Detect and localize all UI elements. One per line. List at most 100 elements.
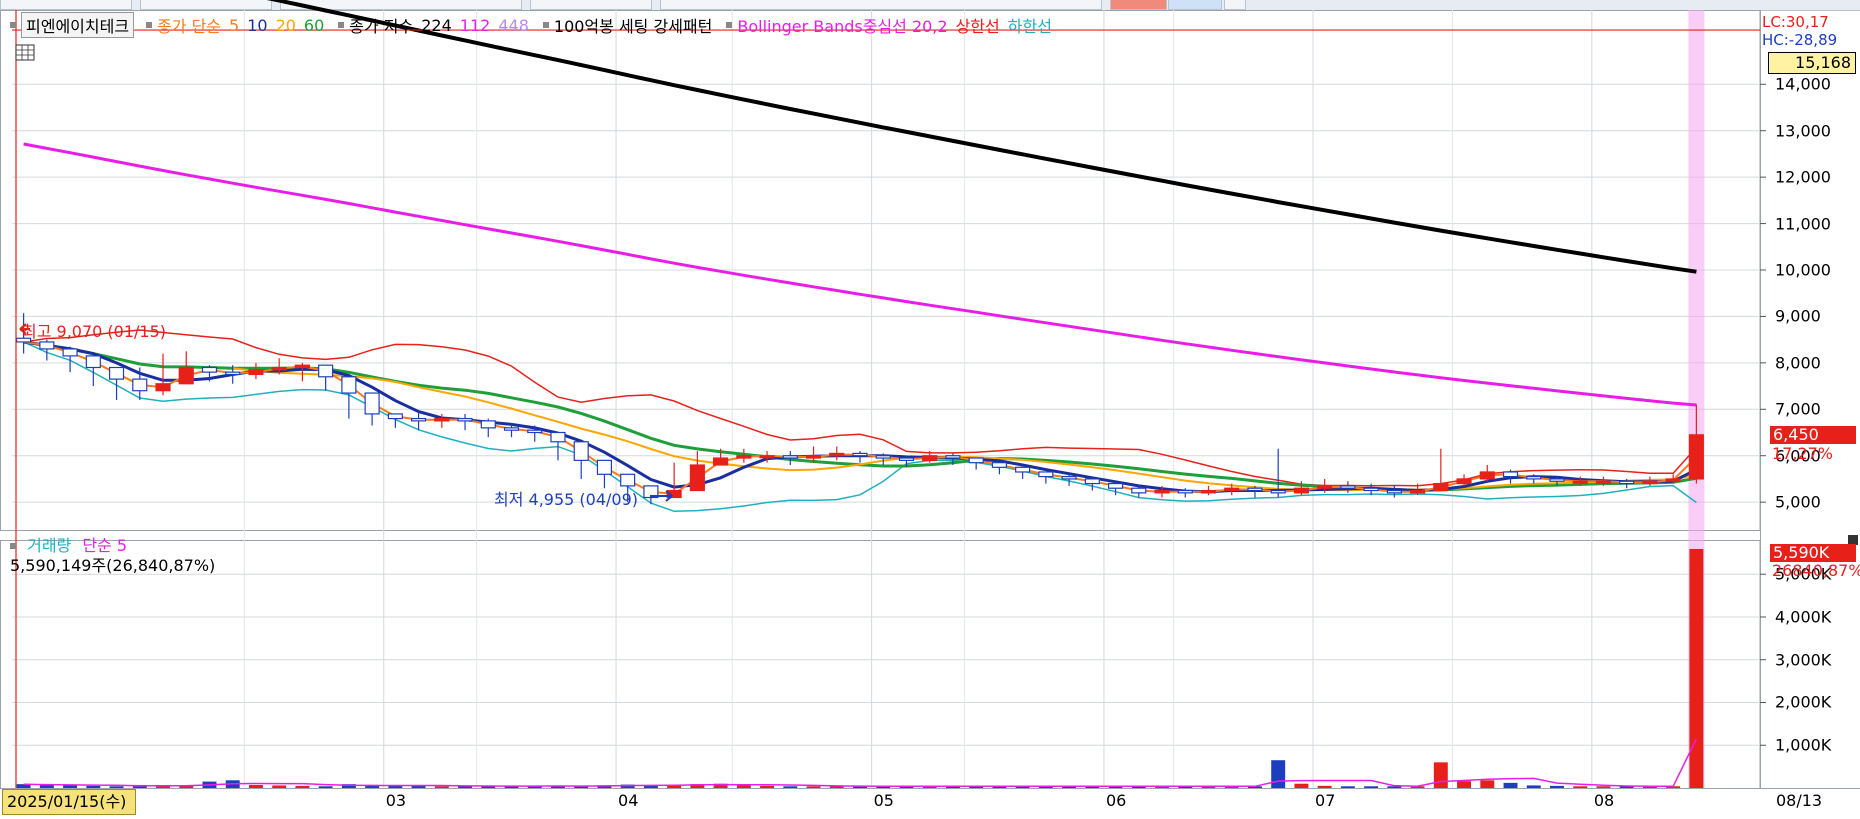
low-annotation: 최저 4,955 (04/09) bbox=[494, 490, 639, 509]
volume-bar bbox=[760, 785, 775, 788]
volume-series bbox=[16, 548, 1704, 788]
price-tick-label: 11,000 bbox=[1775, 214, 1831, 234]
candle-body bbox=[1386, 489, 1402, 494]
candle-body bbox=[457, 417, 473, 422]
candle-body bbox=[132, 378, 148, 392]
candle-body bbox=[1177, 489, 1193, 494]
volume-bar bbox=[1480, 780, 1495, 788]
candle-body bbox=[875, 455, 891, 459]
legend-ma448[interactable]: 448 bbox=[498, 16, 529, 35]
candle-body bbox=[968, 457, 984, 464]
candle-body bbox=[736, 455, 752, 459]
legend-lower-line[interactable]: 하한선 bbox=[1008, 13, 1052, 37]
legend-upper-line[interactable]: 상한선 bbox=[956, 13, 1000, 37]
candle-body bbox=[898, 457, 915, 461]
legend-close-index[interactable]: 종가 지수 bbox=[349, 13, 413, 37]
candle-body bbox=[341, 376, 357, 394]
legend-toggle-icon[interactable] bbox=[338, 22, 345, 28]
volume-bar bbox=[318, 786, 333, 788]
legend-ma112[interactable]: 112 bbox=[460, 16, 491, 35]
ma112-line bbox=[23, 142, 1697, 407]
legend-ma60[interactable]: 60 bbox=[304, 16, 324, 35]
candle-body bbox=[713, 457, 729, 466]
candle-body bbox=[155, 383, 171, 392]
volume-tick-label: 1,000K bbox=[1775, 735, 1832, 755]
candle-body bbox=[1502, 471, 1519, 478]
price-tick-label: 5,000 bbox=[1775, 492, 1821, 512]
x-tick-label: 04 bbox=[618, 791, 639, 810]
candle-body bbox=[596, 459, 613, 475]
last-price-change: 17,27% bbox=[1772, 444, 1834, 463]
candle-body bbox=[434, 417, 450, 422]
volume-bar bbox=[1433, 762, 1448, 788]
price-tick-label: 10,000 bbox=[1775, 260, 1831, 280]
candle-body bbox=[318, 364, 334, 378]
legend-toggle-icon[interactable] bbox=[542, 22, 549, 28]
candle-body bbox=[1247, 487, 1263, 492]
candle-body bbox=[1061, 476, 1077, 480]
volume-value: 5,590,149주(26,840,87%) bbox=[10, 556, 216, 575]
legend-ma224[interactable]: 224 bbox=[421, 16, 452, 35]
candle-body bbox=[39, 341, 55, 350]
candle-body bbox=[1015, 466, 1031, 473]
last-volume-change: 26840,87% bbox=[1772, 561, 1860, 580]
candle-body bbox=[1595, 480, 1612, 484]
legend-ma20[interactable]: 20 bbox=[276, 16, 296, 35]
candle-body bbox=[527, 429, 543, 434]
price-tick-label: 9,000 bbox=[1775, 306, 1821, 326]
volume-bar bbox=[1364, 786, 1379, 788]
ma60-line bbox=[23, 340, 1697, 492]
legend-toggle-icon[interactable] bbox=[726, 22, 733, 28]
candle-body bbox=[1433, 482, 1449, 492]
volume-bar bbox=[1340, 786, 1355, 788]
candle-body bbox=[1038, 471, 1054, 478]
lc-value: LC:30,17 bbox=[1762, 13, 1829, 31]
candle-body bbox=[829, 452, 845, 457]
legend-toggle-icon[interactable] bbox=[10, 22, 16, 28]
candle-body bbox=[1642, 480, 1658, 485]
volume-bar bbox=[1689, 548, 1704, 788]
candle-body bbox=[1549, 478, 1565, 482]
price-tick-label: 13,000 bbox=[1775, 121, 1831, 141]
legend-close-simple[interactable]: 종가 단순 bbox=[157, 13, 221, 37]
x-tick-label: 08 bbox=[1593, 791, 1615, 810]
legend-toggle-icon[interactable] bbox=[146, 22, 153, 28]
legend-ma10[interactable]: 10 bbox=[247, 16, 267, 35]
candle-body bbox=[480, 420, 496, 429]
candle-body bbox=[1479, 471, 1495, 480]
candle-body bbox=[782, 455, 798, 459]
candle-body bbox=[852, 452, 868, 457]
candle-body bbox=[1456, 478, 1472, 485]
legend-pattern[interactable]: 100억봉 세팅 강세패턴 bbox=[554, 13, 712, 37]
candle-body bbox=[1293, 487, 1309, 494]
legend-toggle-icon[interactable] bbox=[10, 543, 16, 549]
volume-bar bbox=[806, 786, 821, 788]
volume-bar bbox=[39, 785, 54, 788]
candle-body bbox=[1131, 487, 1147, 494]
stock-name[interactable]: 피엔에이치테크 bbox=[21, 12, 135, 38]
legend-ma5[interactable]: 5 bbox=[229, 16, 239, 35]
current-price-box: 15,168 bbox=[1768, 52, 1856, 74]
volume-bar bbox=[1457, 781, 1472, 788]
price-tick-label: 7,000 bbox=[1775, 399, 1821, 419]
chart-canvas[interactable] bbox=[0, 0, 1860, 819]
candle-body bbox=[225, 371, 241, 376]
candlestick-series bbox=[12, 10, 1858, 788]
volume-bar bbox=[63, 785, 78, 788]
volume-bar bbox=[295, 785, 310, 788]
candle-body bbox=[620, 473, 636, 487]
candle-body bbox=[248, 369, 264, 376]
candle-body bbox=[178, 366, 194, 385]
volume-tick-label: 3,000K bbox=[1775, 650, 1832, 670]
candle-body bbox=[108, 366, 125, 380]
volume-bar bbox=[434, 786, 449, 788]
candle-body bbox=[294, 364, 310, 369]
hc-value: HC:-28,89 bbox=[1762, 31, 1838, 49]
candle-body bbox=[364, 392, 380, 415]
candle-body bbox=[1665, 478, 1681, 482]
price-tick-label: 14,000 bbox=[1775, 74, 1831, 94]
candle-body bbox=[1154, 489, 1170, 494]
legend-bollinger[interactable]: Bollinger Bands중심선 20,2 bbox=[737, 13, 947, 37]
x-tick-label: 07 bbox=[1315, 791, 1336, 810]
candle-body bbox=[503, 427, 520, 431]
